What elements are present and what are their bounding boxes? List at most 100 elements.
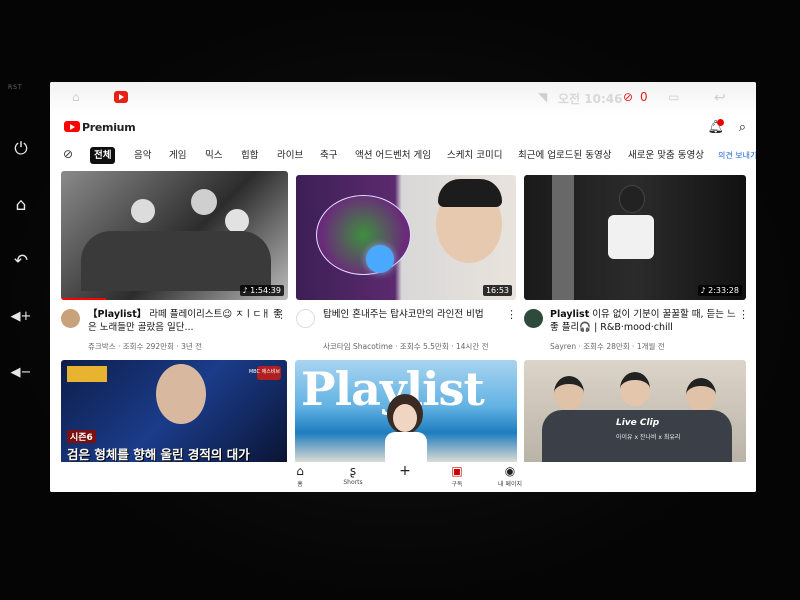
video-meta: Sayren · 조회수 28만회 · 1개월 전: [550, 342, 665, 351]
channel-name: 사코타임 Shacotime: [323, 342, 393, 351]
recent-apps-icon[interactable]: ▭: [668, 90, 679, 104]
profile-icon: ◉: [504, 464, 516, 478]
nav-home-outline-icon[interactable]: ⌂: [72, 90, 80, 104]
thumbnail-caption: 검은 형체를 향해 울린 경적의 대가: [67, 447, 250, 462]
nav-shorts[interactable]: ʂ Shorts: [333, 464, 373, 486]
thumbnail-face: [620, 372, 650, 406]
show-logo: [67, 366, 107, 382]
title-prefix: Playlist: [550, 309, 590, 320]
home-icon: ⌂: [296, 464, 304, 478]
more-options-icon[interactable]: ⋮: [506, 308, 517, 321]
video-title[interactable]: Playlist 이유 없이 기분이 꿀꿀할 때, 듣는 느좋 플리🎧 | R&…: [550, 308, 740, 334]
nav-create[interactable]: +: [385, 464, 425, 479]
clock: 오전 10:46: [558, 92, 623, 106]
hardware-button-column: RST ⏻ ⌂ ↶ ◀+ ◀−: [0, 80, 46, 400]
thumbnail-face: [686, 378, 716, 412]
views-age: 조회수 292만회 · 3년 전: [122, 342, 203, 351]
power-icon[interactable]: ⏻: [8, 136, 34, 162]
chip-recently-uploaded[interactable]: 최근에 업로드된 동영상: [514, 147, 615, 164]
notification-badge: [717, 119, 724, 126]
home-icon[interactable]: ⌂: [8, 192, 34, 218]
channel-avatar[interactable]: [524, 309, 543, 328]
video-title[interactable]: 【Playlist】 라떼 플레이리스트😉 ㅈㅣㄷㅐ 좋은 노래들만 골랐음 일…: [88, 308, 283, 334]
thumbnail-figure: [131, 199, 155, 223]
season-badge: 시즌6: [67, 430, 96, 443]
screen: ⌂ ◥ 오전 10:46 ⊘ 0 ▭ ↩ Premium 🔔︎ ⌕ ⊘ 전체 음…: [50, 82, 756, 492]
thumbnail-pillar: [552, 175, 574, 300]
video-thumbnail-5[interactable]: Playlist: [295, 360, 517, 464]
volume-up-icon[interactable]: ◀+: [8, 304, 34, 330]
channel-name: Sayren: [550, 342, 577, 351]
game-scene: [316, 195, 411, 275]
shorts-icon: ʂ: [349, 464, 357, 478]
chip-live[interactable]: 라이브: [273, 147, 307, 164]
thumbnail-figure: [225, 209, 249, 233]
views-age: 조회수 5.5만회 · 14시간 전: [399, 342, 489, 351]
chip-sketch-comedy[interactable]: 스케치 코미디: [443, 147, 506, 164]
video-title[interactable]: 탑베인 혼내주는 탑샤코만의 라인전 비법: [323, 308, 503, 321]
chip-new-to-you[interactable]: 새로운 맞춤 동영상: [624, 147, 708, 164]
video-thumbnail-1[interactable]: ♪ 1:54:39: [61, 171, 288, 300]
channel-name: 쥬크박스: [88, 342, 116, 351]
video-meta: 사코타임 Shacotime · 조회수 5.5만회 · 14시간 전: [323, 342, 489, 351]
compass-icon[interactable]: ⊘: [63, 147, 73, 161]
device-label: RST: [8, 84, 23, 91]
back-icon[interactable]: ↶: [8, 248, 34, 274]
youtube-logo-icon[interactable]: [64, 121, 80, 132]
nav-my-page[interactable]: ◉ 내 페이지: [490, 464, 530, 488]
video-duration: 16:53: [482, 285, 512, 296]
chip-all[interactable]: 전체: [90, 147, 116, 164]
nav-label: Shorts: [343, 479, 363, 486]
video-thumbnail-2[interactable]: 16:53: [296, 175, 516, 300]
status-bar: ⌂ ◥ 오전 10:46 ⊘ 0 ▭ ↩: [50, 82, 756, 115]
chip-action-adventure[interactable]: 액션 어드벤처 게임: [351, 147, 435, 164]
nav-home[interactable]: ⌂ 홈: [280, 464, 320, 488]
video-duration: ♪ 1:54:39: [239, 285, 284, 296]
views-age: 조회수 28만회 · 1개월 전: [583, 342, 665, 351]
nav-label: 홈: [297, 481, 303, 488]
chip-mix[interactable]: 믹스: [201, 147, 226, 164]
subscriptions-icon: ▣: [451, 464, 463, 478]
thumbnail-subcaption: 아이유 x 잔나비 x 최유리: [616, 434, 681, 441]
thumbnail-face: [554, 376, 584, 410]
search-icon[interactable]: ⌕: [739, 120, 746, 135]
head-unit: RST ⏻ ⌂ ↶ ◀+ ◀− ⌂ ◥ 오전 10:46 ⊘ 0 ▭ ↩ Pre…: [0, 0, 800, 600]
back-nav-icon[interactable]: ↩: [714, 90, 726, 106]
more-options-icon[interactable]: ⋮: [276, 308, 287, 321]
blocked-icon: ⊘: [623, 90, 634, 104]
category-chips: ⊘ 전체 음악 게임 믹스 힙합 라이브 축구 액션 어드벤처 게임 스케치 코…: [50, 143, 756, 167]
youtube-header: Premium 🔔︎ ⌕: [50, 115, 756, 142]
thumbnail-caption: Live Clip: [616, 418, 660, 428]
video-thumbnail-6[interactable]: Live Clip 아이유 x 잔나비 x 최유리: [524, 360, 746, 464]
send-feedback-link[interactable]: 의견 보내기: [714, 147, 756, 164]
more-options-icon[interactable]: ⋮: [738, 308, 749, 321]
thumbnail-hair: [438, 179, 502, 207]
nav-label: 구독: [451, 481, 463, 488]
title-prefix: 【Playlist】: [88, 309, 147, 320]
youtube-notification-icon: [114, 91, 128, 103]
video-thumbnail-4[interactable]: MBC 에스비브 시즌6 검은 형체를 향해 울린 경적의 대가: [61, 360, 287, 464]
video-duration: ♪ 2:33:28: [697, 285, 742, 296]
nav-label: 내 페이지: [498, 481, 522, 488]
chip-game[interactable]: 게임: [165, 147, 190, 164]
plus-icon: +: [399, 463, 411, 479]
channel-avatar[interactable]: [61, 309, 80, 328]
video-meta: 쥬크박스 · 조회수 292만회 · 3년 전: [88, 342, 203, 351]
chip-soccer[interactable]: 축구: [316, 147, 341, 164]
bottom-navigation: ⌂ 홈 ʂ Shorts + ▣ 구독 ◉ 내 페이지: [50, 462, 756, 492]
premium-label: Premium: [82, 121, 136, 134]
video-thumbnail-3[interactable]: ♪ 2:33:28: [524, 175, 746, 300]
thumbnail-figure: [81, 231, 271, 291]
volume-down-icon[interactable]: ◀−: [8, 360, 34, 386]
chip-hiphop[interactable]: 힙합: [237, 147, 262, 164]
thumbnail-shirt: [385, 432, 427, 464]
nav-subscriptions[interactable]: ▣ 구독: [437, 464, 477, 488]
blocked-count: 0: [640, 90, 648, 104]
broadcaster-text: MBC 에스비브: [248, 369, 280, 375]
game-effect: [366, 245, 394, 273]
chip-music[interactable]: 음악: [130, 147, 155, 164]
thumbnail-figure: [191, 189, 217, 215]
channel-avatar[interactable]: [296, 309, 315, 328]
thumbnail-shirt: [608, 215, 654, 259]
thumbnail-face: [393, 404, 417, 432]
